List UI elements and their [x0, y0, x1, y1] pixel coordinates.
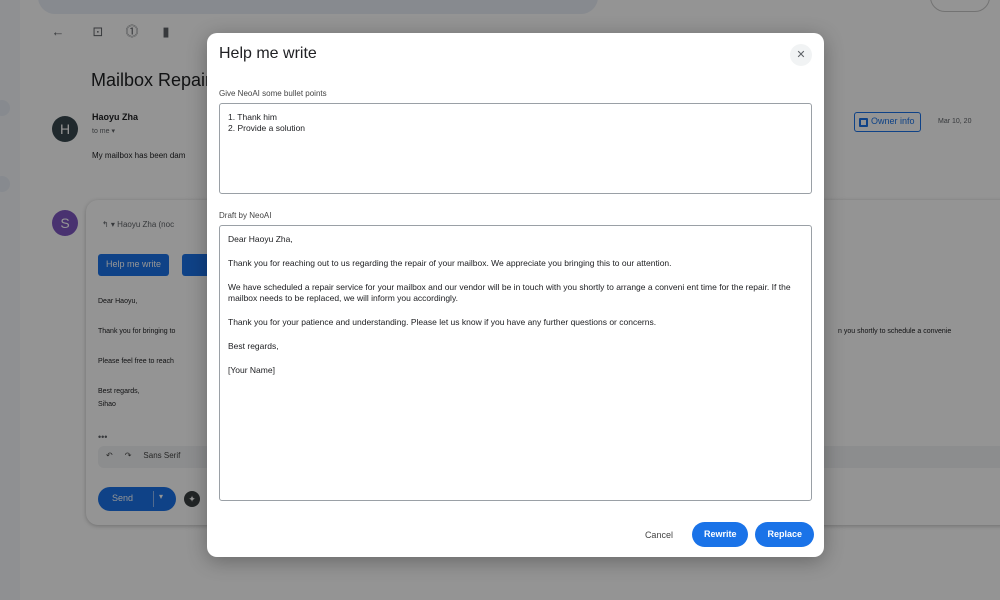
bullet-points-input[interactable]: 1. Thank him 2. Provide a solution [219, 103, 812, 194]
draft-label: Draft by NeoAI [219, 211, 272, 220]
dialog-actions: Cancel Rewrite Replace [633, 522, 814, 547]
draft-paragraph: We have scheduled a repair service for y… [228, 282, 791, 303]
bullet-points-label: Give NeoAI some bullet points [219, 89, 327, 98]
draft-paragraph: Best regards, [228, 341, 279, 351]
rewrite-button[interactable]: Rewrite [691, 522, 749, 547]
cancel-button[interactable]: Cancel [633, 530, 685, 540]
dialog-title: Help me write [219, 45, 317, 62]
help-me-write-dialog: Help me write ✕ Give NeoAI some bullet p… [207, 33, 824, 557]
draft-textarea[interactable]: Dear Haoyu Zha, Thank you for reaching o… [219, 225, 812, 501]
draft-paragraph: Dear Haoyu Zha, [228, 234, 293, 244]
draft-paragraph: Thank you for reaching out to us regardi… [228, 258, 672, 268]
bullet-point: 1. Thank him [228, 112, 277, 122]
replace-button[interactable]: Replace [755, 522, 814, 547]
bullet-point: 2. Provide a solution [228, 123, 306, 133]
draft-paragraph: [Your Name] [228, 365, 275, 375]
draft-paragraph: Thank you for your patience and understa… [228, 317, 657, 327]
close-icon[interactable]: ✕ [790, 44, 812, 66]
